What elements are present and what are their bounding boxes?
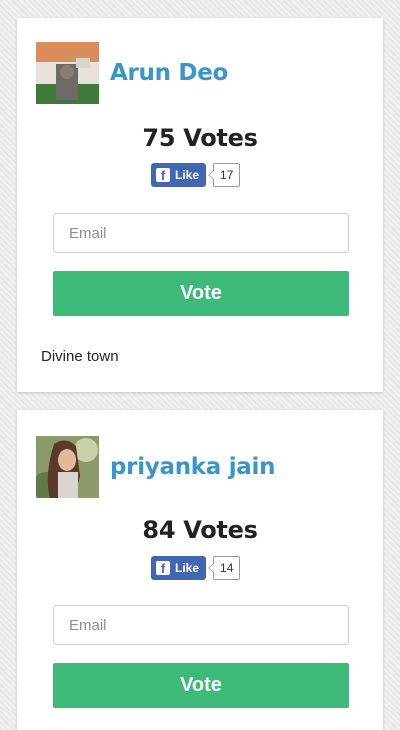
facebook-like-widget: f Like 17 xyxy=(151,163,241,187)
vote-button[interactable]: Vote xyxy=(53,271,349,316)
avatar xyxy=(36,42,99,104)
vote-button[interactable]: Vote xyxy=(53,663,349,708)
contestant-card: priyanka jain 84 Votes f Like 14 Vote xyxy=(17,410,383,730)
facebook-f-icon: f xyxy=(156,561,170,575)
facebook-f-icon: f xyxy=(156,168,170,182)
card-header: priyanka jain xyxy=(36,436,275,498)
like-count: 14 xyxy=(207,556,241,580)
vote-count: 84 Votes xyxy=(142,516,258,544)
facebook-like-widget: f Like 14 xyxy=(151,556,241,580)
facebook-like-button[interactable]: f Like xyxy=(151,163,207,187)
contestant-card: Arun Deo 75 Votes f Like 17 Vote Divine … xyxy=(17,18,383,392)
like-label: Like xyxy=(175,168,200,182)
like-count: 17 xyxy=(207,163,241,187)
contestant-description: Divine town xyxy=(41,348,119,365)
contestant-name-link[interactable]: priyanka jain xyxy=(110,454,275,480)
email-field[interactable] xyxy=(53,213,349,253)
like-label: Like xyxy=(175,561,200,575)
facebook-like-button[interactable]: f Like xyxy=(151,556,207,580)
avatar xyxy=(36,436,99,498)
card-header: Arun Deo xyxy=(36,42,228,104)
vote-count: 75 Votes xyxy=(142,124,258,152)
email-field[interactable] xyxy=(53,605,349,645)
contestant-name-link[interactable]: Arun Deo xyxy=(110,60,228,86)
